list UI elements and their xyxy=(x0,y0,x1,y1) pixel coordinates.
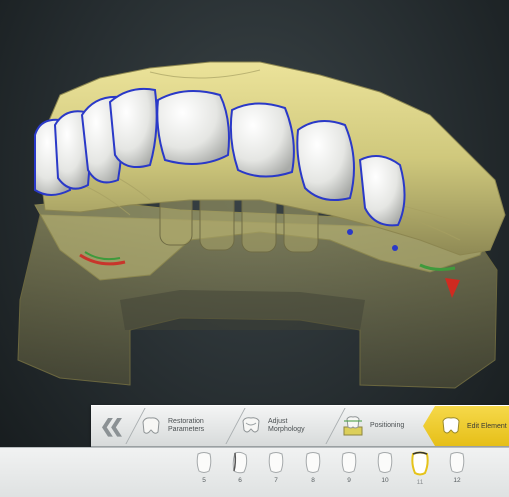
3d-viewport[interactable] xyxy=(0,0,509,400)
step-label: Edit Element xyxy=(467,422,507,430)
back-button[interactable]: ❮❮ xyxy=(95,411,124,441)
tooth-number: 6 xyxy=(238,477,242,484)
step-positioning[interactable]: Positioning xyxy=(341,406,404,446)
morphology-icon xyxy=(239,414,263,438)
tooth-number: 8 xyxy=(311,477,315,484)
double-chevron-left-icon: ❮❮ xyxy=(99,415,124,436)
edit-element-icon xyxy=(439,414,463,438)
tooth-icon xyxy=(268,452,284,473)
tooth-number: 9 xyxy=(347,477,351,484)
tooth-central-left xyxy=(156,90,230,165)
crown-parameters-icon xyxy=(139,414,163,438)
tooth-number: 11 xyxy=(416,479,424,486)
tooth-button-9[interactable]: 9 xyxy=(336,451,362,493)
tooth-button-8[interactable]: 8 xyxy=(300,451,326,493)
step-label: Adjust Morphology xyxy=(268,418,305,433)
tooth-central-right xyxy=(229,102,295,178)
step-adjust-morphology[interactable]: Adjust Morphology xyxy=(239,406,305,446)
tooth-icon xyxy=(196,452,212,473)
tooth-icon xyxy=(411,451,429,476)
step-restoration-parameters[interactable]: Restoration Parameters xyxy=(139,406,204,446)
tooth-icon xyxy=(341,452,357,473)
tooth-lateral-right xyxy=(296,120,355,201)
model-base-inner xyxy=(120,290,365,330)
step-label: Positioning xyxy=(370,422,405,429)
tooth-button-12[interactable]: 12 xyxy=(444,451,470,493)
tooth-number: 12 xyxy=(453,477,461,484)
positioning-icon xyxy=(341,414,365,438)
tooth-number: 10 xyxy=(381,477,389,484)
step-edit-element[interactable]: Edit Element xyxy=(423,406,509,446)
tooth-button-6[interactable]: 6 xyxy=(227,451,253,493)
workflow-bar: ❮❮ Restoration Parameters Adjust Morphol… xyxy=(91,405,509,447)
tooth-selector: 5 6 7 8 9 10 11 12 xyxy=(0,447,509,497)
tooth-number: 7 xyxy=(274,477,278,484)
tooth-button-5[interactable]: 5 xyxy=(191,451,217,493)
dental-model[interactable] xyxy=(0,0,509,400)
tooth-button-11[interactable]: 11 xyxy=(407,451,433,493)
tooth-icon xyxy=(377,452,393,473)
tooth-lateral-left xyxy=(108,87,158,168)
tooth-icon xyxy=(305,452,321,473)
tooth-button-7[interactable]: 7 xyxy=(263,451,289,493)
step-label: Restoration Parameters xyxy=(168,418,205,433)
tooth-number: 5 xyxy=(202,477,206,484)
tooth-icon xyxy=(232,451,248,474)
tooth-icon xyxy=(449,452,465,473)
tooth-button-10[interactable]: 10 xyxy=(372,451,398,493)
